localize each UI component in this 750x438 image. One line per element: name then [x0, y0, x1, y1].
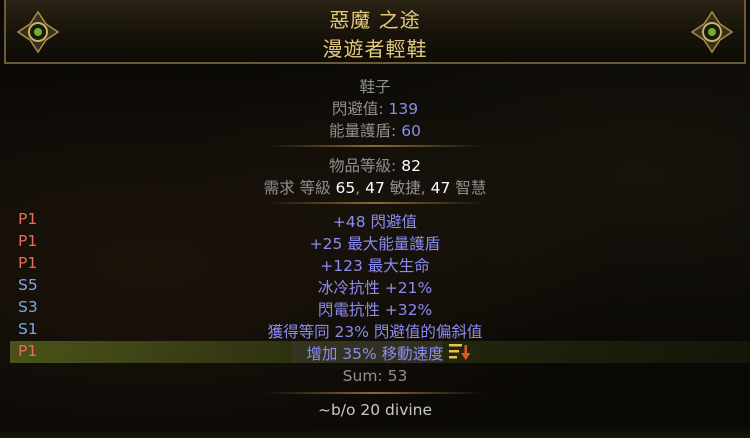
energy-shield-stat: 能量護盾: 60 [0, 119, 750, 141]
mod-line: 獲得等同 23% 閃避值的偏斜值 [267, 323, 483, 341]
mod-line: 冰冷抗性 +21% [317, 279, 433, 297]
mod-line: +123 最大生命 [320, 257, 430, 275]
req-level-value: 65 [335, 179, 356, 197]
req-int-value: 47 [430, 179, 451, 197]
requirements: 需求 等級 65, 47 敏捷, 47 智慧 [0, 176, 750, 198]
energy-shield-label: 能量護盾: [329, 122, 402, 140]
item-name: 惡魔 之途 [329, 8, 421, 32]
item-level: 物品等級: 82 [0, 154, 750, 176]
mod-line-highlighted: 增加 35% 移動速度 [306, 345, 444, 363]
evasion-label: 閃避值: [331, 100, 389, 118]
price-note: ~b/o 20 divine [317, 401, 433, 419]
mod-flag-arrow-icon[interactable] [448, 342, 472, 362]
item-header: 惡魔 之途 漫遊者輕鞋 [4, 0, 746, 64]
tooltip-bottom-edge [0, 428, 750, 438]
item-base-type: 鞋子 [359, 78, 391, 96]
item-base-name: 漫遊者輕鞋 [322, 37, 428, 61]
sum-text: Sum: 53 [342, 367, 408, 385]
separator [265, 392, 485, 394]
mod-line: +25 最大能量護盾 [309, 235, 441, 253]
mod-line: +48 閃避值 [332, 213, 418, 231]
req-dex-value: 47 [365, 179, 385, 197]
ornate-gem-icon [690, 10, 734, 54]
separator [265, 145, 485, 147]
mod-line: 閃電抗性 +32% [317, 301, 433, 319]
item-level-label: 物品等級: [329, 157, 402, 175]
item-tooltip: 惡魔 之途 漫遊者輕鞋 鞋子 閃避值: 139 能量護盾: 60 物品等級: 8… [0, 0, 750, 438]
item-level-value: 82 [401, 157, 421, 175]
req-int-label: 智慧 [450, 179, 487, 197]
req-sep: , [355, 179, 366, 197]
req-prefix: 需求 等級 [263, 179, 336, 197]
evasion-value: 139 [388, 100, 419, 118]
evasion-stat: 閃避值: 139 [0, 97, 750, 119]
energy-shield-value: 60 [401, 122, 421, 140]
req-dex-label: 敏捷, [384, 179, 431, 197]
separator [265, 202, 485, 204]
